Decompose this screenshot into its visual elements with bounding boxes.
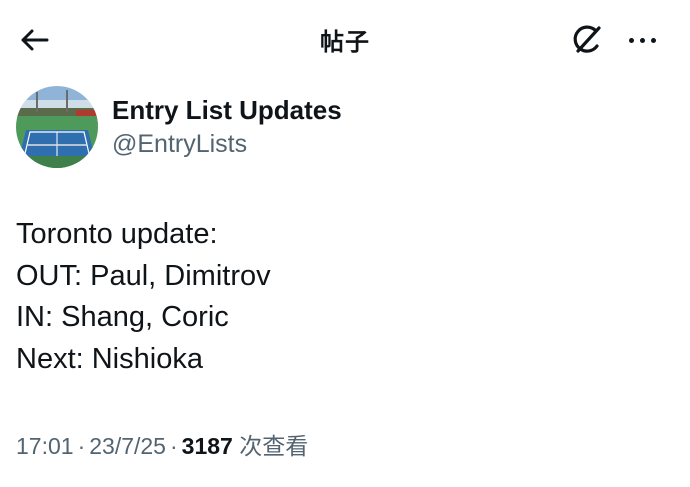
- post-meta: 17:01 · 23/7/25 · 3187 次查看: [16, 427, 308, 461]
- more-dot: [628, 37, 634, 43]
- meta-separator: ·: [77, 433, 86, 459]
- meta-separator: ·: [169, 433, 178, 459]
- author-handle[interactable]: @EntryLists: [112, 130, 247, 159]
- post-line: Next: Nishioka: [16, 342, 203, 375]
- post-date[interactable]: 23/7/25: [89, 433, 166, 459]
- more-dot: [639, 37, 645, 43]
- post-time[interactable]: 17:01: [16, 433, 74, 459]
- post-line: Toronto update:: [16, 218, 218, 250]
- post-line: IN: Shang, Coric: [16, 301, 229, 333]
- avatar[interactable]: [16, 86, 98, 168]
- author-display-name[interactable]: Entry List Updates: [112, 95, 342, 126]
- grok-button[interactable]: [568, 20, 608, 60]
- views-count[interactable]: 3187: [182, 433, 233, 459]
- more-dot: [650, 37, 656, 43]
- views-label: 次查看: [239, 433, 309, 459]
- tennis-court-photo: [16, 86, 98, 168]
- post-header: 帖子: [0, 0, 690, 78]
- post-text: Toronto update: OUT: Paul, Dimitrov IN: …: [16, 214, 271, 380]
- grok-icon: [573, 25, 601, 53]
- post-line: OUT: Paul, Dimitrov: [16, 259, 271, 292]
- more-button[interactable]: [622, 20, 662, 60]
